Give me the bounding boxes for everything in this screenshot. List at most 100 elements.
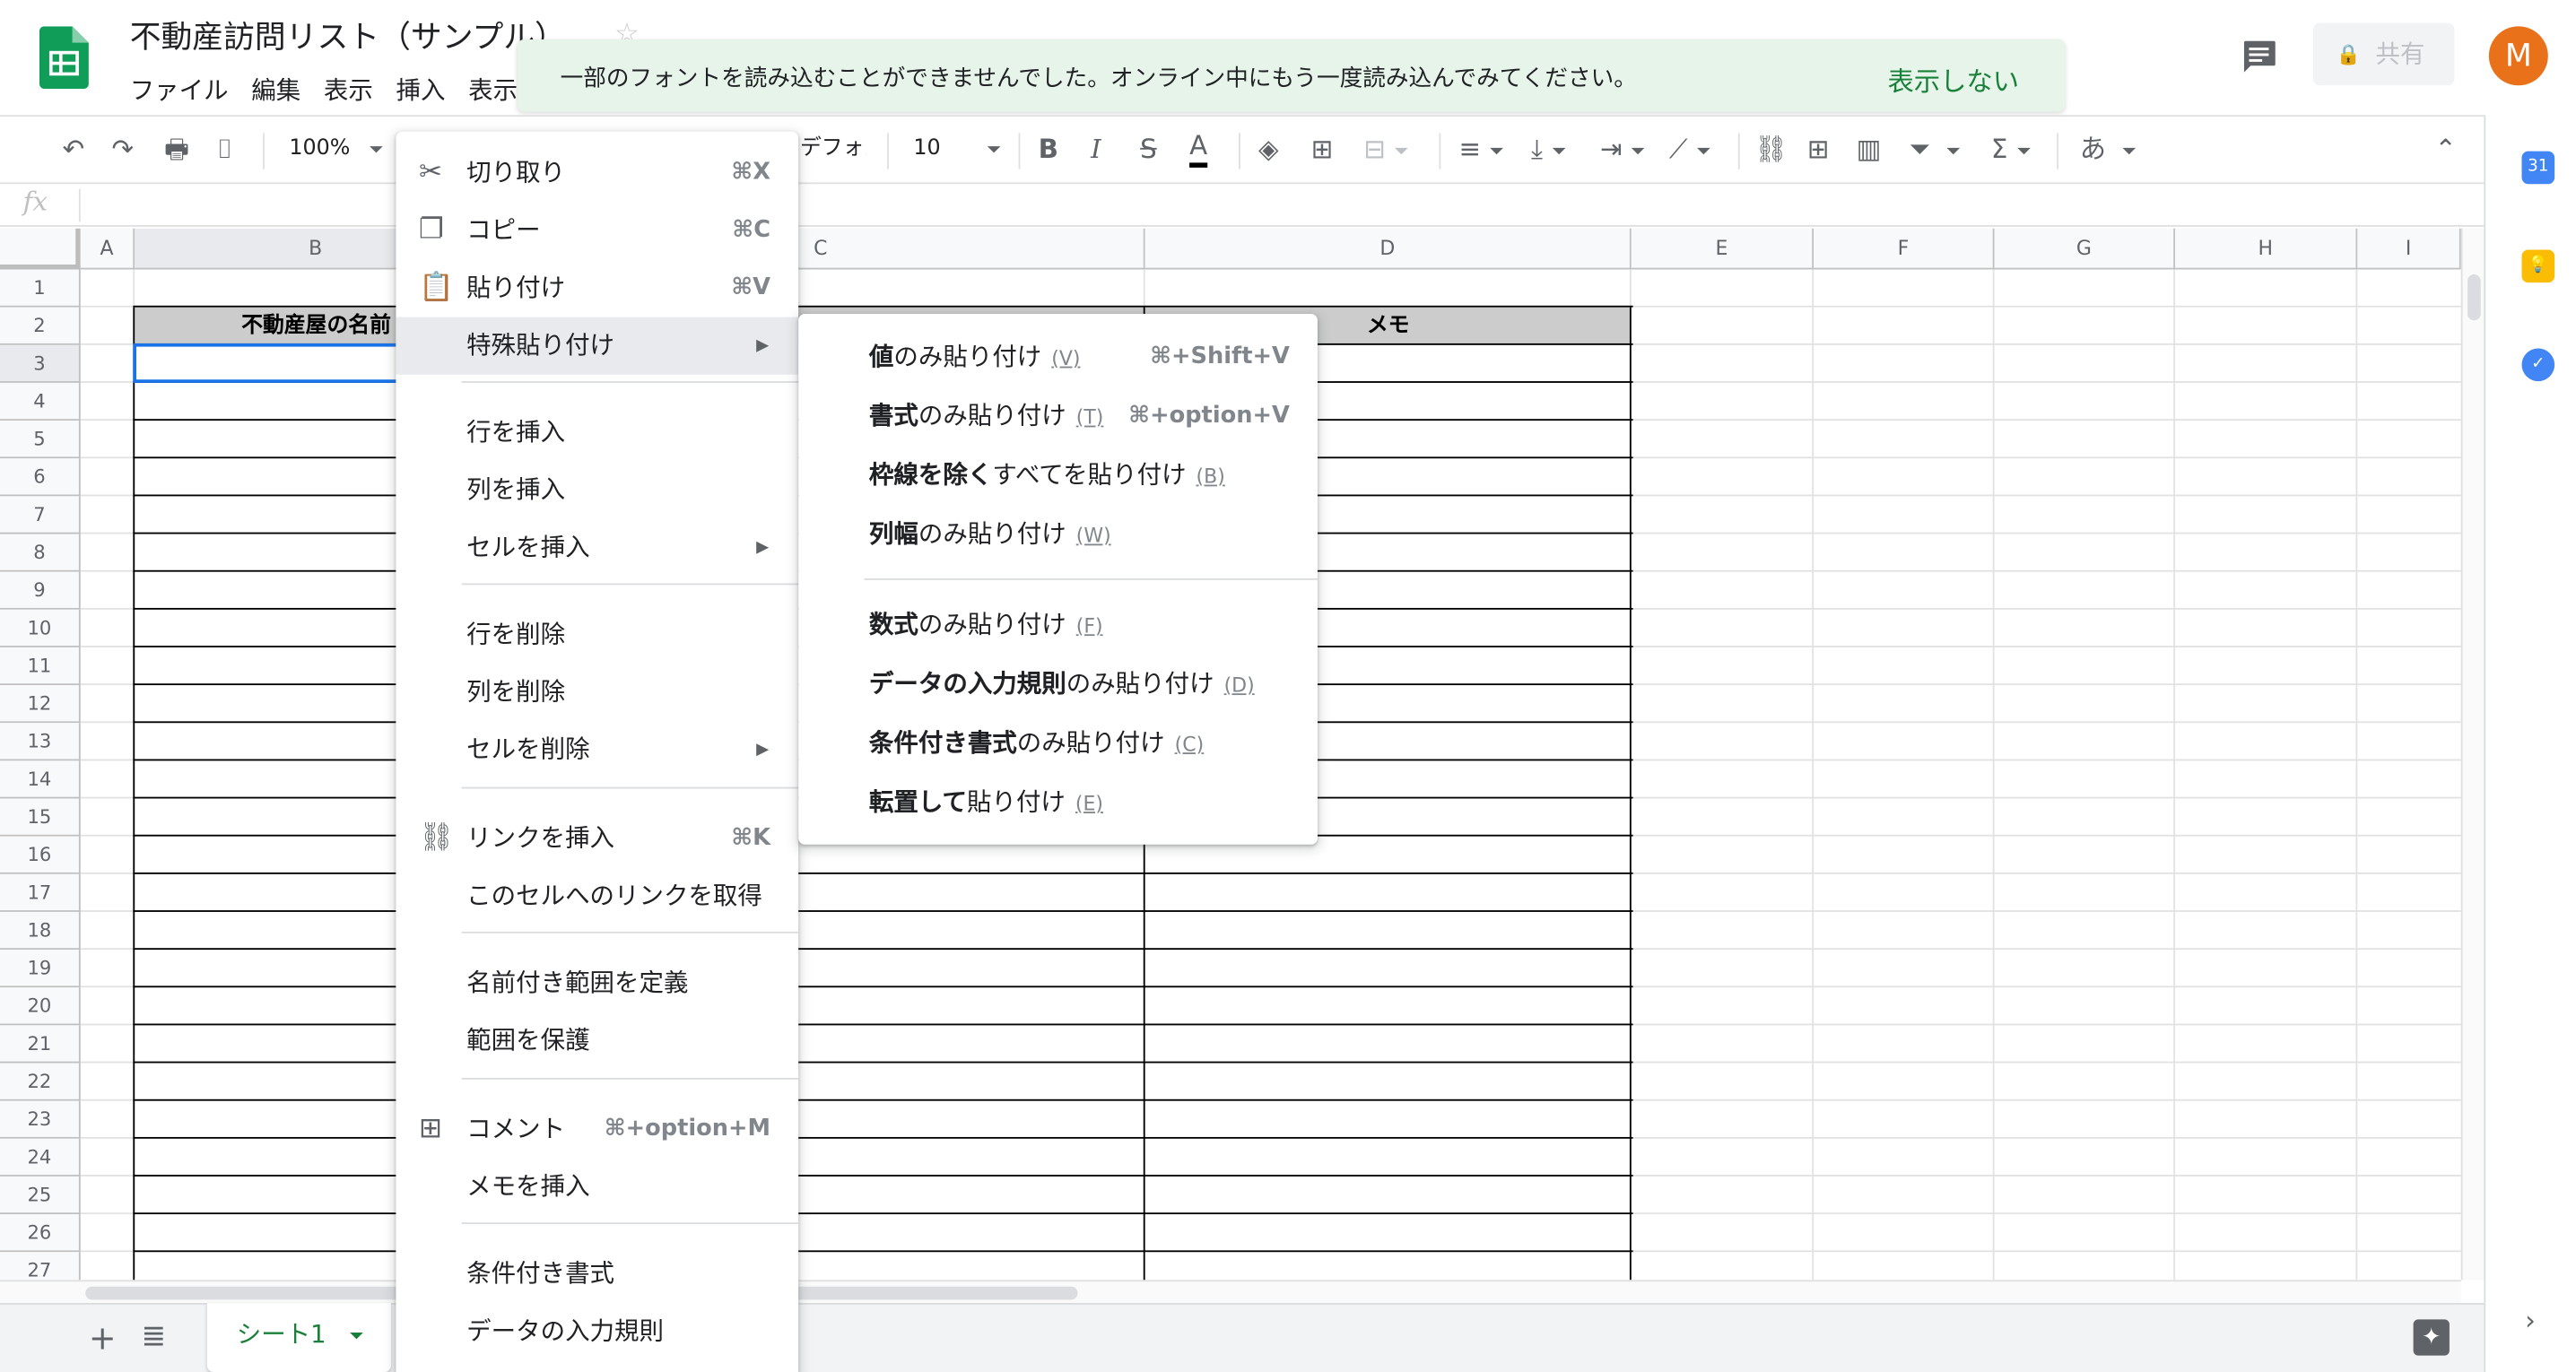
context-menu-item-6[interactable]: 列を挿入 <box>396 462 798 519</box>
column-header-i[interactable]: I <box>2357 228 2461 270</box>
paste-special-item-5[interactable]: 数式のみ貼り付け (F) <box>798 595 1318 654</box>
context-menu-item-9[interactable]: 列を削除 <box>396 664 798 721</box>
row-header-12[interactable]: 12 <box>0 685 81 724</box>
context-menu-item-8[interactable]: 行を削除 <box>396 606 798 664</box>
column-header-h[interactable]: H <box>2175 228 2358 270</box>
row-header-5[interactable]: 5 <box>0 421 81 459</box>
input-tools-button[interactable]: あ <box>2080 130 2137 169</box>
paste-special-item-8[interactable]: 転置して貼り付け (E) <box>798 772 1318 831</box>
insert-comment-icon[interactable]: ⊞ <box>1807 130 1830 169</box>
add-sheet-icon[interactable]: + <box>89 1318 117 1358</box>
paint-format-icon[interactable]: ⌷ <box>217 130 233 169</box>
context-menu-item-16[interactable]: メモを挿入 <box>396 1159 798 1216</box>
row-header-25[interactable]: 25 <box>0 1176 81 1215</box>
row-header-11[interactable]: 11 <box>0 647 81 686</box>
sheet-tab-active[interactable]: シート1 <box>206 1303 391 1372</box>
context-menu-item-12[interactable]: このセルへのリンクを取得 <box>396 867 798 925</box>
context-menu-item-14[interactable]: 範囲を保護 <box>396 1012 798 1070</box>
paste-special-item-6[interactable]: データの入力規則のみ貼り付け (D) <box>798 654 1318 713</box>
row-header-15[interactable]: 15 <box>0 798 81 837</box>
row-header-23[interactable]: 23 <box>0 1100 81 1139</box>
tasks-icon[interactable]: ✓ <box>2521 348 2555 382</box>
context-menu-item-18[interactable]: データの入力規則 <box>396 1303 798 1360</box>
share-button[interactable]: 🔒 共有 <box>2312 22 2455 86</box>
row-header-1[interactable]: 1 <box>0 269 81 308</box>
column-header-f[interactable]: F <box>1814 228 1995 270</box>
notice-dismiss-button[interactable]: 表示しない <box>1887 59 2019 99</box>
document-title[interactable]: 不動産訪問リスト（サンプル） <box>130 13 566 57</box>
font-size-select[interactable]: 10 <box>913 130 1000 169</box>
context-menu-item-13[interactable]: 名前付き範囲を定義 <box>396 955 798 1012</box>
row-header-2[interactable]: 2 <box>0 307 81 345</box>
row-header-22[interactable]: 22 <box>0 1063 81 1101</box>
formula-bar[interactable]: fx <box>0 184 2485 227</box>
insert-chart-icon[interactable]: ▥ <box>1857 130 1882 169</box>
horizontal-scrollbar[interactable] <box>0 1280 2461 1304</box>
row-header-7[interactable]: 7 <box>0 496 81 534</box>
menu-insert[interactable]: 挿入 <box>396 73 446 107</box>
paste-special-item-1[interactable]: 値のみ貼り付け (V) ⌘+Shift+V <box>798 327 1318 386</box>
column-header-d[interactable]: D <box>1144 228 1632 270</box>
context-menu-item-5[interactable]: 行を挿入 <box>396 404 798 462</box>
context-menu-item-2[interactable]: ❐ コピー ⌘C <box>396 202 798 259</box>
merge-cells-icon[interactable]: ⊟ <box>1363 130 1409 169</box>
context-menu-item-11[interactable]: ⛓ リンクを挿入 ⌘K <box>396 810 798 867</box>
expand-panel-icon[interactable]: › <box>2525 1305 2536 1336</box>
row-header-14[interactable]: 14 <box>0 760 81 799</box>
row-header-13[interactable]: 13 <box>0 723 81 761</box>
column-header-a[interactable]: A <box>80 228 135 270</box>
row-header-8[interactable]: 8 <box>0 534 81 572</box>
collapse-toolbar-icon[interactable]: ⌃ <box>2434 130 2457 169</box>
zoom-select[interactable]: 100% <box>289 130 384 169</box>
text-rotation-icon[interactable]: ⟋ <box>1669 130 1711 169</box>
undo-icon[interactable]: ↶ <box>63 130 85 169</box>
row-header-26[interactable]: 26 <box>0 1214 81 1253</box>
row-header-6[interactable]: 6 <box>0 458 81 497</box>
row-header-10[interactable]: 10 <box>0 609 81 647</box>
paste-special-item-7[interactable]: 条件付き書式のみ貼り付け (C) <box>798 713 1318 772</box>
menu-edit[interactable]: 編集 <box>251 73 300 107</box>
row-header-18[interactable]: 18 <box>0 911 81 951</box>
row-header-4[interactable]: 4 <box>0 382 81 421</box>
insert-link-icon[interactable]: ⛓ <box>1754 130 1788 169</box>
italic-button[interactable]: I <box>1091 130 1101 169</box>
account-avatar[interactable]: M <box>2488 26 2548 86</box>
column-header-g[interactable]: G <box>1994 228 2176 270</box>
row-header-19[interactable]: 19 <box>0 950 81 988</box>
vertical-scrollbar[interactable] <box>2460 228 2485 1281</box>
context-menu-item-1[interactable]: ✂ 切り取り ⌘X <box>396 144 798 202</box>
context-menu-item-10[interactable]: セルを削除 ▶ <box>396 721 798 778</box>
functions-icon[interactable]: Σ <box>1991 130 2032 169</box>
text-wrap-icon[interactable]: ⇥ <box>1600 130 1646 169</box>
context-menu-item-3[interactable]: 📋 貼り付け ⌘V <box>396 260 798 317</box>
vertical-scroll-thumb[interactable] <box>2467 274 2481 321</box>
context-menu-item-4[interactable]: 特殊貼り付け ▶ <box>396 317 799 375</box>
redo-icon[interactable]: ↷ <box>112 130 135 169</box>
fill-color-icon[interactable]: ◈ <box>1258 130 1279 169</box>
borders-icon[interactable]: ⊞ <box>1311 130 1334 169</box>
row-header-3[interactable]: 3 <box>0 344 81 383</box>
row-header-27[interactable]: 27 <box>0 1252 81 1281</box>
text-color-button[interactable]: A <box>1189 130 1208 168</box>
row-header-17[interactable]: 17 <box>0 873 81 912</box>
row-header-24[interactable]: 24 <box>0 1138 81 1177</box>
bold-button[interactable]: B <box>1039 130 1058 169</box>
context-menu-item-17[interactable]: 条件付き書式 <box>396 1246 798 1303</box>
row-header-20[interactable]: 20 <box>0 987 81 1026</box>
row-header-9[interactable]: 9 <box>0 571 81 610</box>
all-sheets-icon[interactable]: ≣ <box>142 1319 167 1353</box>
print-icon[interactable]: 🖶 <box>164 130 189 169</box>
explore-icon[interactable]: ✦ <box>2413 1319 2450 1356</box>
paste-special-item-4[interactable]: 列幅のみ貼り付け (W) <box>798 505 1318 564</box>
menu-file[interactable]: ファイル <box>130 73 229 107</box>
column-header-e[interactable]: E <box>1631 228 1815 270</box>
sheets-logo-icon[interactable] <box>39 26 89 89</box>
paste-special-item-2[interactable]: 書式のみ貼り付け (T) ⌘+option+V <box>798 386 1318 446</box>
vertical-align-icon[interactable]: ⤓ <box>1531 130 1566 169</box>
paste-special-item-3[interactable]: 枠線を除くすべてを貼り付け (B) <box>798 446 1318 505</box>
horizontal-align-icon[interactable]: ≡ <box>1458 130 1504 169</box>
context-menu-item-7[interactable]: セルを挿入 ▶ <box>396 519 798 577</box>
font-select[interactable]: デフォルト... <box>800 130 866 169</box>
menu-view[interactable]: 表示 <box>324 73 373 107</box>
filter-icon[interactable]: ⏷ <box>1909 130 1960 169</box>
